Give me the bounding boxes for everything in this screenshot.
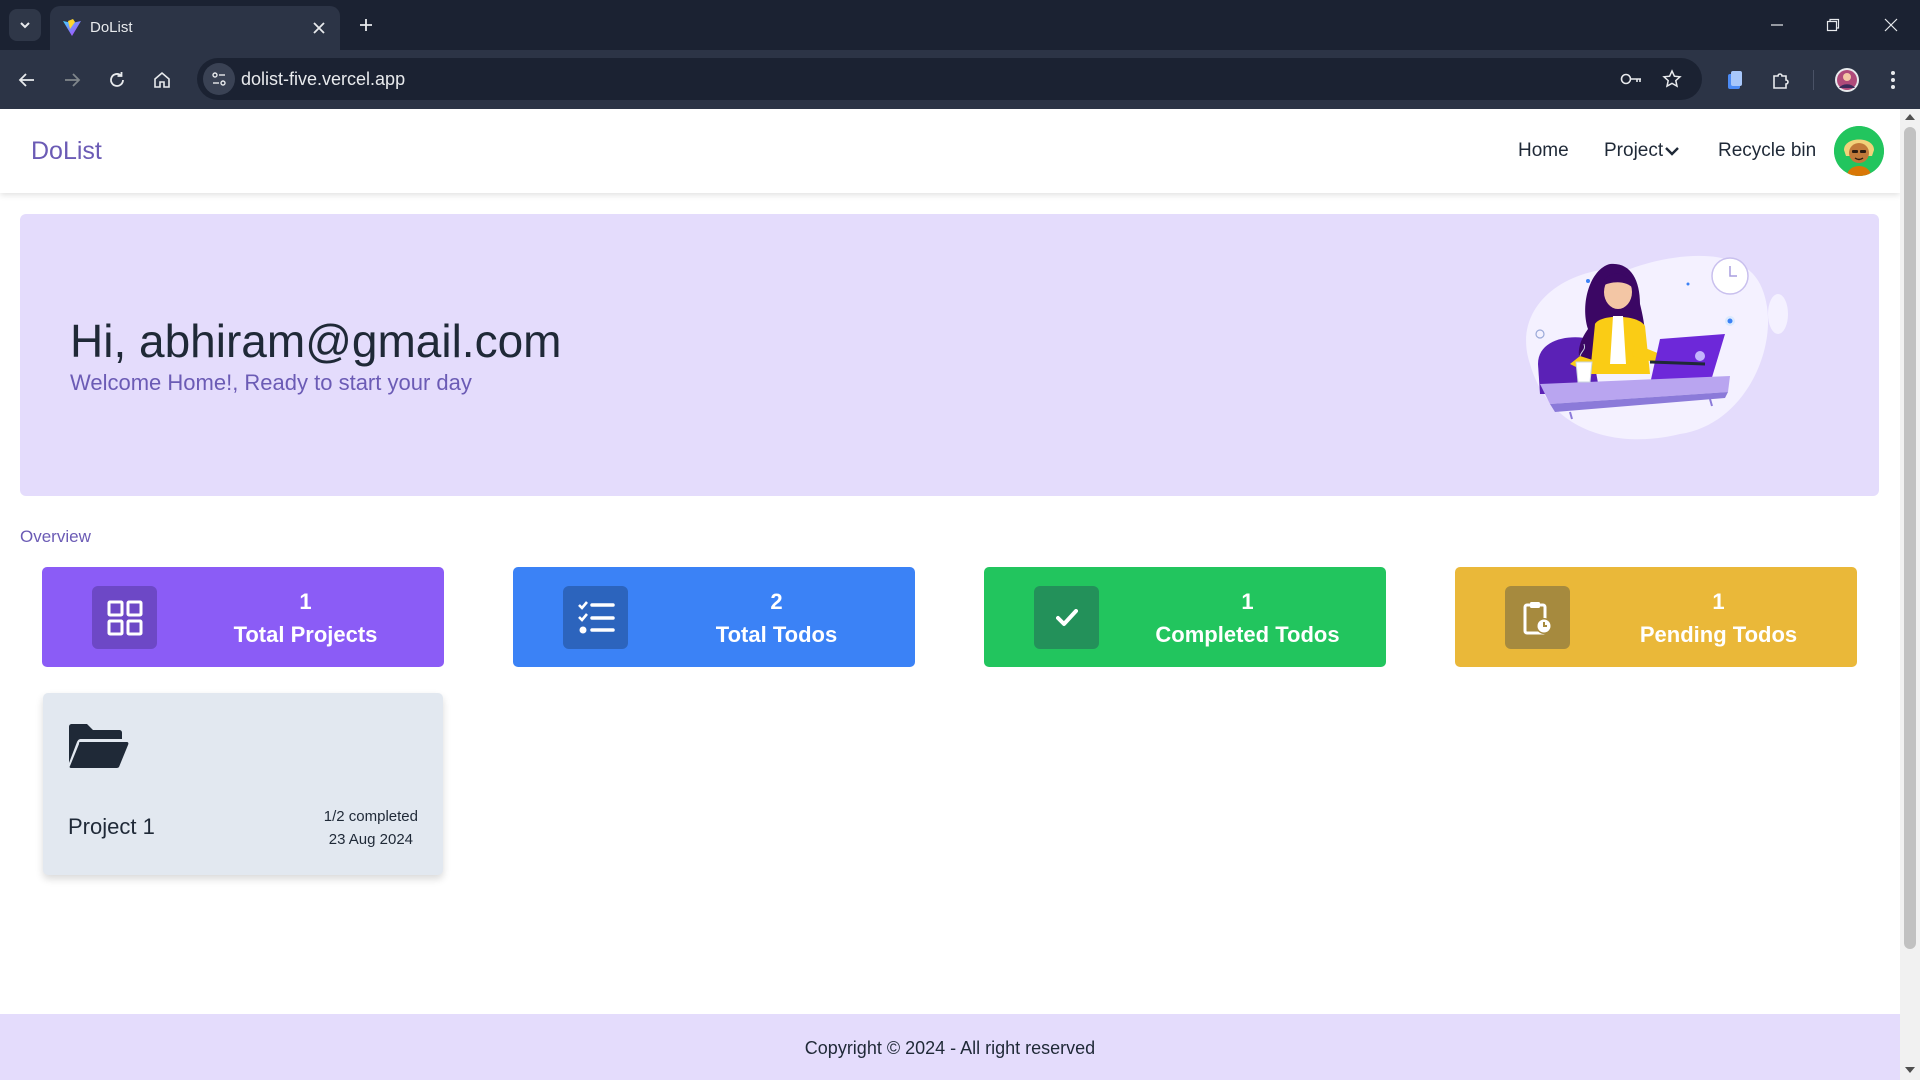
address-bar[interactable]: dolist-five.vercel.app <box>197 58 1702 100</box>
stat-card-pending-todos[interactable]: 1 Pending Todos <box>1455 567 1857 667</box>
clipboard-clock-icon <box>1523 601 1552 634</box>
page-viewport: DoList Home Project Recycle bin Hi, abhi… <box>0 109 1900 1080</box>
puzzle-icon <box>1773 73 1789 89</box>
tab-title: DoList <box>90 19 133 36</box>
reload-button[interactable] <box>101 64 133 96</box>
arrow-right-icon <box>65 73 81 87</box>
close-icon <box>1884 18 1898 32</box>
user-avatar[interactable] <box>1834 126 1884 176</box>
stat-card-completed-todos[interactable]: 1 Completed Todos <box>984 567 1386 667</box>
home-icon <box>154 71 170 88</box>
password-key-button[interactable] <box>1619 67 1643 91</box>
copyright-text: Copyright © 2024 - All right reserved <box>804 1038 1096 1058</box>
back-button[interactable] <box>11 64 43 96</box>
stat-icon-box <box>92 586 157 649</box>
restore-icon <box>1826 18 1840 32</box>
stat-icon-box <box>1034 586 1099 649</box>
vite-logo-icon <box>63 19 81 36</box>
stat-icon-box <box>563 586 628 649</box>
site-navbar: DoList Home Project Recycle bin <box>0 109 1900 193</box>
stat-card-total-todos[interactable]: 2 Total Todos <box>513 567 915 667</box>
scroll-thumb[interactable] <box>1904 127 1916 949</box>
stat-icon-box <box>1505 586 1570 649</box>
more-vertical-icon <box>1891 71 1895 89</box>
browser-menu-button[interactable] <box>1877 64 1909 96</box>
forward-button[interactable] <box>56 64 88 96</box>
project-card[interactable]: Project 1 1/2 completed 23 Aug 2024 <box>43 693 443 875</box>
site-footer: Copyright © 2024 - All right reserved <box>0 1014 1900 1080</box>
stat-count: 1 <box>1241 589 1254 614</box>
site-info-button[interactable] <box>203 63 235 95</box>
chevron-down-icon <box>20 22 30 29</box>
project-date: 23 Aug 2024 <box>328 831 414 848</box>
tab-search-button[interactable] <box>9 9 41 41</box>
project-progress: 1/2 completed <box>323 808 418 825</box>
plus-icon <box>360 19 372 31</box>
tab-close-button[interactable] <box>308 17 330 39</box>
project-name: Project 1 <box>68 814 155 839</box>
restore-button[interactable] <box>1810 10 1856 40</box>
minimize-button[interactable] <box>1754 10 1800 40</box>
key-icon <box>1620 73 1641 85</box>
page-scrollbar[interactable] <box>1900 109 1920 1080</box>
folder-open-icon <box>69 724 129 768</box>
stat-label: Pending Todos <box>1639 622 1798 647</box>
welcome-subtitle: Welcome Home!, Ready to start your day <box>70 370 472 395</box>
stat-count: 1 <box>299 589 312 614</box>
toolbar-divider <box>1813 70 1814 90</box>
stat-count: 1 <box>1712 589 1725 614</box>
close-window-button[interactable] <box>1868 10 1914 40</box>
tune-icon <box>212 72 226 86</box>
reload-icon <box>110 72 124 87</box>
stat-count: 2 <box>770 589 783 614</box>
check-icon <box>1055 608 1078 626</box>
stat-label: Completed Todos <box>1155 622 1340 647</box>
stat-label: Total Todos <box>715 622 838 647</box>
stat-label: Total Projects <box>233 622 378 647</box>
greeting-heading: Hi, abhiram@gmail.com <box>70 315 562 367</box>
close-icon <box>313 22 325 34</box>
star-icon <box>1662 69 1682 88</box>
grid-icon <box>107 600 142 635</box>
bookmark-star-button[interactable] <box>1660 67 1684 91</box>
browser-tab-bar: DoList <box>0 0 1920 50</box>
browser-tab[interactable]: DoList <box>50 6 340 50</box>
browser-toolbar: dolist-five.vercel.app <box>0 50 1920 109</box>
minimize-icon <box>1771 24 1783 26</box>
profile-avatar-icon <box>1835 68 1859 92</box>
extension-app-icon <box>1728 71 1742 89</box>
nav-link-recycle-bin[interactable]: Recycle bin <box>1718 140 1816 162</box>
arrow-left-icon <box>18 73 34 87</box>
overview-heading: Overview <box>20 527 91 546</box>
welcome-banner: Hi, abhiram@gmail.com Welcome Home!, Rea… <box>20 214 1879 496</box>
scroll-down-arrow[interactable] <box>1905 1067 1915 1073</box>
stat-card-total-projects[interactable]: 1 Total Projects <box>42 567 444 667</box>
extension-button[interactable] <box>1719 64 1751 96</box>
checklist-icon <box>577 600 615 633</box>
new-tab-button[interactable] <box>352 11 380 39</box>
woman-working-illustration <box>1526 255 1788 440</box>
home-button[interactable] <box>146 64 178 96</box>
project-meta: 1/2 completed 23 Aug 2024 <box>324 805 418 851</box>
nav-link-project[interactable]: Project <box>1604 140 1663 162</box>
url-text[interactable]: dolist-five.vercel.app <box>241 69 405 89</box>
profile-button[interactable] <box>1831 64 1863 96</box>
chevron-down-icon[interactable] <box>1663 142 1681 160</box>
scroll-up-arrow[interactable] <box>1905 114 1915 120</box>
extensions-menu-button[interactable] <box>1765 64 1797 96</box>
nav-link-home[interactable]: Home <box>1518 140 1569 162</box>
avatar-face-icon <box>1834 126 1884 176</box>
brand-logo[interactable]: DoList <box>31 137 102 166</box>
